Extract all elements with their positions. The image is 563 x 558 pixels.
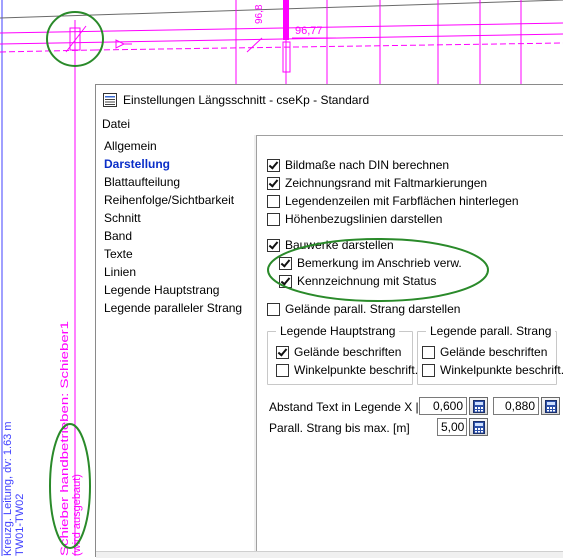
checkbox-checked[interactable] [276,345,289,359]
option-label: Legendenzeilen mit Farbflächen hinterleg… [285,194,519,208]
vertical-text-2: TW01-TW02 [14,494,26,556]
option-label: Gelände beschriften [294,345,402,359]
nav-item-schnitt[interactable]: Schnitt [104,211,141,225]
vertical-text-1: Kreuzg. Leitung, dv: 1.63 m [2,421,14,556]
checkbox-unchecked[interactable] [276,363,289,377]
option-legendenzeilen[interactable]: Legendenzeilen mit Farbflächen hinterleg… [267,193,519,209]
window-title: Einstellungen Längsschnitt - cseKp - Sta… [123,93,370,107]
settings-panel: Bildmaße nach DIN berechnen Zeichnungsra… [256,135,563,551]
settings-nav: Allgemein Darstellung Blattaufteilung Re… [96,135,254,555]
pipe-line-bottom [0,33,563,45]
app-icon [103,93,117,107]
nav-item-legende-paralleler-strang[interactable]: Legende paralleler Strang [104,301,242,315]
group-title: Legende Hauptstrang [276,324,400,338]
option-label: Bemerkung im Anschrieb verw. [297,256,462,270]
checkbox-unchecked[interactable] [422,345,435,359]
calculator-icon [545,400,557,413]
option-gelaende-parallel[interactable]: Gelände parall. Strang darstellen [267,301,460,317]
checkbox-unchecked[interactable] [267,302,280,316]
option-label: Winkelpunkte beschrift. [440,363,563,377]
calculator-button[interactable] [541,397,560,415]
dialog-footer [96,551,563,558]
option-label: Höhenbezugslinien darstellen [285,212,443,226]
abstand-label: Abstand Text in Legende X | Y: [269,400,433,414]
group-legende-parallel: Legende parall. Strang Gelände beschrift… [417,324,563,385]
calculator-icon [473,421,485,434]
nav-item-legende-hauptstrang[interactable]: Legende Hauptstrang [104,283,219,297]
valve-slash [65,25,87,53]
option-label: Gelände parall. Strang darstellen [285,302,461,316]
checkbox-unchecked[interactable] [267,212,280,226]
checkbox-checked[interactable] [279,256,292,270]
option-kennzeichnung[interactable]: Kennzeichnung mit Status [279,273,436,289]
option-parallel-winkel[interactable]: Winkelpunkte beschrift. [422,362,563,378]
option-hoehenbezug[interactable]: Höhenbezugslinien darstellen [267,211,442,227]
terrain-line [0,0,563,19]
dim-label-2: 96,8 [254,4,265,24]
calculator-button[interactable] [469,397,488,415]
option-bemerkung[interactable]: Bemerkung im Anschrieb verw. [279,255,462,271]
dashed-line-2 [94,42,563,51]
option-bildmasse[interactable]: Bildmaße nach DIN berechnen [267,157,449,173]
group-legende-hauptstrang: Legende Hauptstrang Gelände beschriften … [267,324,418,385]
dashed-line [0,49,96,53]
option-label: Winkelpunkte beschrift. [294,363,419,377]
abstand-y-input[interactable]: 0,880 [493,397,539,415]
checkbox-unchecked[interactable] [267,194,280,208]
marker-block [283,0,289,40]
dim-label-1: 96,77 [295,25,323,37]
checkbox-checked[interactable] [279,274,292,288]
nav-item-linien[interactable]: Linien [104,265,136,279]
option-haupt-gelaende[interactable]: Gelände beschriften [276,344,401,360]
parall-label: Parall. Strang bis max. [m] [269,421,410,435]
nav-item-allgemein[interactable]: Allgemein [104,139,157,153]
calculator-icon [473,400,485,413]
checkbox-checked[interactable] [267,176,280,190]
calculator-button[interactable] [469,418,488,436]
title-bar[interactable]: Einstellungen Längsschnitt - cseKp - Sta… [96,85,563,115]
option-label: Bildmaße nach DIN berechnen [285,158,450,172]
vertical-text-3: Schieber handbetrieben: Schieber1 [59,321,71,556]
nav-item-blattaufteilung[interactable]: Blattaufteilung [104,175,180,189]
menu-bar: Datei [96,115,563,135]
option-label: Zeichnungsrand mit Faltmarkierungen [285,176,488,190]
checkbox-checked[interactable] [267,238,280,252]
marker-slash [246,37,263,53]
option-bauwerke[interactable]: Bauwerke darstellen [267,237,394,253]
option-zeichnungsrand[interactable]: Zeichnungsrand mit Faltmarkierungen [267,175,487,191]
flow-arrow-icon [115,39,126,49]
nav-item-reihenfolge[interactable]: Reihenfolge/Sichtbarkeit [104,193,234,207]
option-haupt-winkel[interactable]: Winkelpunkte beschrift. [276,362,418,378]
nav-item-band[interactable]: Band [104,229,132,243]
parall-input[interactable]: 5,00 [437,418,467,436]
nav-item-darstellung[interactable]: Darstellung [104,157,170,171]
menu-datei[interactable]: Datei [102,117,130,131]
option-label: Gelände beschriften [440,345,548,359]
checkbox-unchecked[interactable] [422,363,435,377]
option-label: Kennzeichnung mit Status [297,274,437,288]
group-title: Legende parall. Strang [426,324,556,338]
abstand-x-input[interactable]: 0,600 [419,397,467,415]
checkbox-checked[interactable] [267,158,280,172]
option-label: Bauwerke darstellen [285,238,394,252]
option-parallel-gelaende[interactable]: Gelände beschriften [422,344,547,360]
settings-dialog: Einstellungen Längsschnitt - cseKp - Sta… [95,84,563,558]
nav-item-texte[interactable]: Texte [104,247,133,261]
